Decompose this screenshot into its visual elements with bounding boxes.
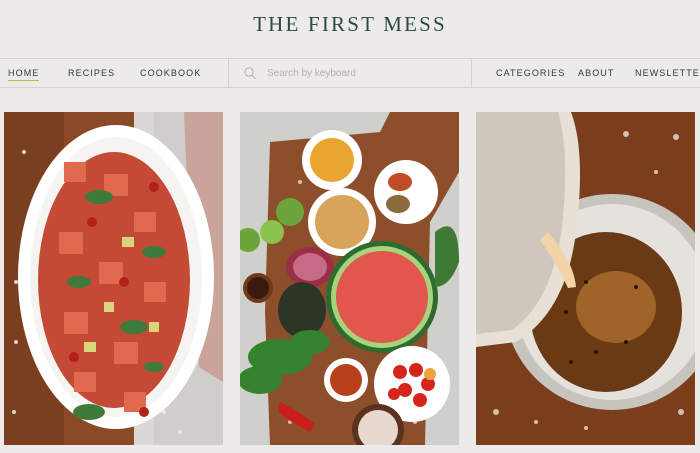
ingredients-image [240,112,459,445]
photo-ingredients-flatlay[interactable] [240,112,459,445]
main-nav: HOME RECIPES COOKBOOK CATEGORIES ABOUT N… [0,58,700,88]
nav-home[interactable]: HOME [8,59,40,87]
nav-newsletter[interactable]: NEWSLETTER [635,59,700,87]
nav-divider [471,59,472,87]
nav-about[interactable]: ABOUT [578,59,615,87]
search-bar[interactable] [229,59,471,87]
nav-categories[interactable]: CATEGORIES [496,59,565,87]
photo-pouring-dressing[interactable] [476,112,695,445]
logo-bar: THE FIRST MESS [0,0,700,58]
nav-cookbook[interactable]: COOKBOOK [140,59,201,87]
nav-recipes[interactable]: RECIPES [68,59,115,87]
search-icon[interactable] [243,66,257,80]
salad-image [4,112,223,445]
site-logo[interactable]: THE FIRST MESS [253,12,447,37]
dressing-image [476,112,695,445]
search-input[interactable] [267,67,457,79]
photo-watermelon-salad[interactable] [4,112,223,445]
